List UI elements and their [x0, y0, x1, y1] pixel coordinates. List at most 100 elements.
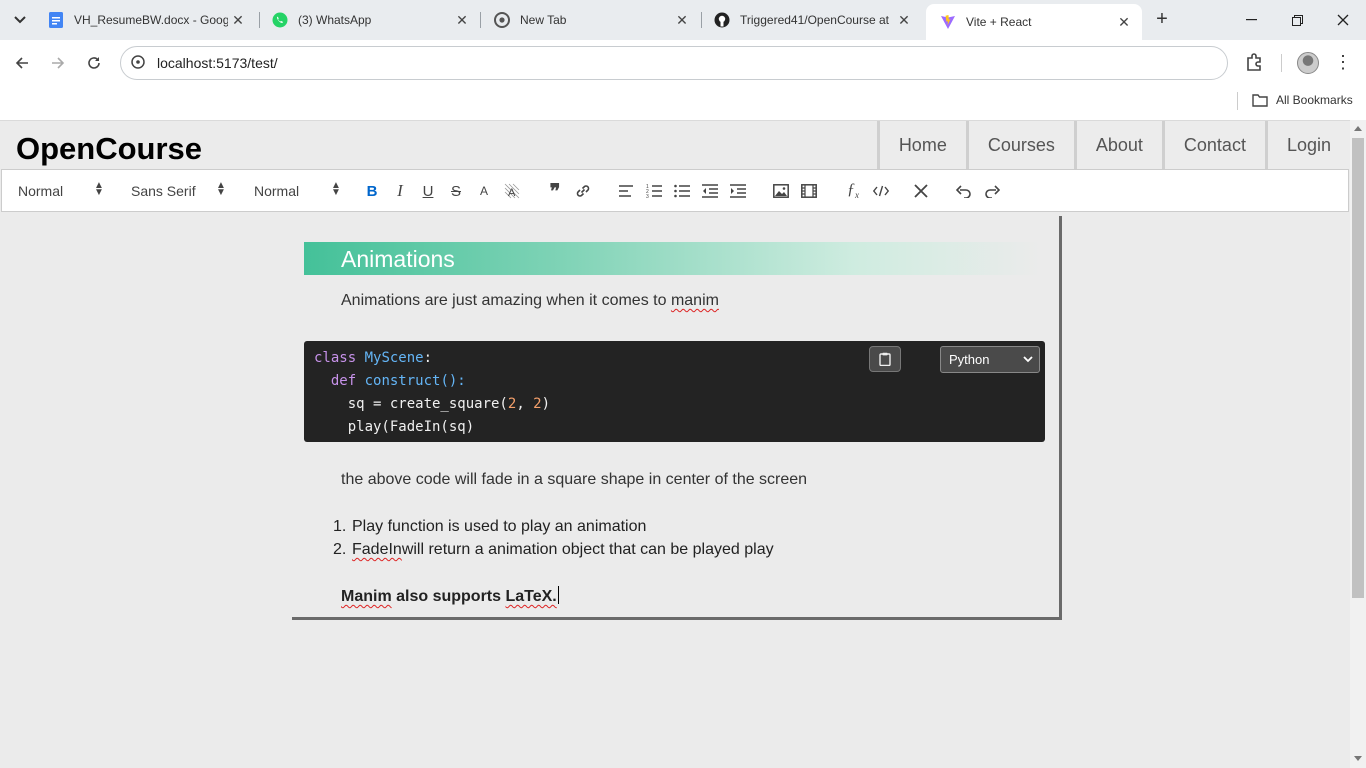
address-bar[interactable] — [120, 46, 1228, 80]
url-text: localhost:5173/test/ — [157, 55, 278, 71]
editor-content[interactable]: Animations Animations are just amazing w… — [292, 216, 1062, 620]
clean-format-button[interactable] — [910, 180, 932, 202]
copy-code-button[interactable] — [869, 346, 901, 372]
tab-title: (3) WhatsApp — [298, 13, 372, 27]
outdent-button[interactable] — [699, 180, 721, 202]
highlight-icon: A — [504, 183, 520, 199]
formula-button[interactable]: ƒx — [842, 180, 864, 202]
nav-courses[interactable]: Courses — [965, 121, 1074, 169]
header-picker-label: Normal — [18, 183, 64, 199]
ordered-list-button[interactable]: 123 — [643, 180, 665, 202]
size-picker[interactable]: Normal ▲ ▼ — [254, 181, 341, 200]
close-tab-icon[interactable]: ✕ — [894, 12, 914, 29]
tab-whatsapp[interactable]: (3) WhatsApp ✕ — [258, 0, 480, 40]
background-color-button[interactable]: A — [501, 180, 523, 202]
align-button[interactable] — [615, 180, 637, 202]
nav-contact[interactable]: Contact — [1161, 121, 1265, 169]
tab-new-tab[interactable]: New Tab ✕ — [480, 0, 700, 40]
image-button[interactable] — [770, 180, 792, 202]
clear-format-icon — [914, 184, 928, 198]
language-select[interactable]: Python — [940, 346, 1040, 373]
reload-icon[interactable] — [80, 49, 108, 77]
section-heading: Animations — [304, 242, 1040, 275]
scrollbar-thumb[interactable] — [1352, 138, 1364, 598]
intro-text: Animations are just amazing when it come… — [341, 292, 671, 309]
tab-vite-react[interactable]: Vite + React ✕ — [926, 4, 1142, 40]
scroll-up-arrow-icon[interactable] — [1354, 126, 1362, 131]
text-caret — [557, 586, 559, 604]
code-block-button[interactable] — [870, 180, 892, 202]
tab-google-docs[interactable]: VH_ResumeBW.docx - Google Docs ✕ — [34, 0, 256, 40]
ordered-list-icon: 123 — [646, 184, 662, 198]
site-info-icon[interactable] — [130, 54, 146, 70]
tab-title: VH_ResumeBW.docx - Google Docs — [74, 13, 228, 27]
back-arrow-icon[interactable] — [8, 49, 36, 77]
extensions-puzzle-icon[interactable] — [1244, 52, 1266, 74]
strike-button[interactable]: S — [445, 180, 467, 202]
nav-about[interactable]: About — [1073, 121, 1162, 169]
underline-button[interactable]: U — [417, 180, 439, 202]
site-logo[interactable]: OpenCourse — [16, 131, 202, 167]
code-line-3: sq = create_square(2, 2) — [347, 396, 551, 412]
tab-search-chevron-icon[interactable] — [8, 8, 32, 32]
bold-paragraph: Manim also supports LaTeX. — [341, 586, 559, 606]
close-tab-icon[interactable]: ✕ — [228, 12, 248, 29]
close-tab-icon[interactable]: ✕ — [1114, 14, 1134, 31]
profile-avatar[interactable] — [1297, 52, 1319, 74]
list-item-text: will return a animation object that can … — [401, 541, 774, 558]
site-header: OpenCourse Home Courses About Contact Lo… — [0, 121, 1350, 169]
close-tab-icon[interactable]: ✕ — [672, 12, 692, 29]
tab-title: Vite + React — [966, 15, 1032, 29]
bullet-list-button[interactable] — [671, 180, 693, 202]
tab-github[interactable]: Triggered41/OpenCourse at ✕ — [700, 0, 922, 40]
list-item-text: Play function is used to play an animati… — [352, 518, 647, 535]
bold-button[interactable]: B — [361, 180, 383, 202]
code-block[interactable]: class MyScene: def construct(): sq = cre… — [304, 341, 1045, 442]
text-color-button[interactable]: A — [473, 180, 495, 202]
chrome-icon — [494, 12, 510, 28]
close-tab-icon[interactable]: ✕ — [452, 12, 472, 29]
all-bookmarks-link[interactable]: All Bookmarks — [1276, 93, 1353, 107]
code-icon — [873, 185, 889, 197]
formula-icon: ƒx — [847, 181, 859, 201]
ordered-list: 1. Play function is used to play an anim… — [333, 518, 774, 564]
nav-home[interactable]: Home — [876, 121, 966, 169]
link-button[interactable] — [572, 180, 594, 202]
link-icon — [576, 185, 590, 197]
whatsapp-icon — [272, 12, 288, 28]
updown-arrows-icon: ▲ ▼ — [94, 180, 104, 198]
browser-menu-icon[interactable]: ⋮ — [1334, 51, 1352, 75]
header-picker[interactable]: Normal ▲ ▼ — [18, 181, 104, 200]
after-code-paragraph: the above code will fade in a square sha… — [341, 471, 808, 488]
new-tab-plus-icon[interactable]: + — [1150, 8, 1174, 32]
page-viewport: OpenCourse Home Courses About Contact Lo… — [0, 120, 1350, 768]
google-docs-icon — [48, 12, 64, 28]
close-window-icon[interactable] — [1320, 0, 1366, 40]
underline-icon: U — [422, 182, 434, 200]
language-select-value: Python — [949, 352, 990, 367]
text-color-icon: A — [479, 184, 488, 198]
bullet-list-icon — [674, 184, 690, 198]
minimize-icon[interactable] — [1228, 0, 1274, 40]
image-icon — [773, 184, 789, 198]
blockquote-button[interactable]: ❞ — [544, 180, 566, 203]
scroll-down-arrow-icon[interactable] — [1354, 756, 1362, 761]
updown-arrows-icon: ▲ ▼ — [216, 180, 226, 198]
italic-button[interactable]: I — [389, 180, 411, 202]
indent-button[interactable] — [727, 180, 749, 202]
heading-text: Animations — [341, 246, 455, 272]
forward-arrow-icon[interactable] — [44, 49, 72, 77]
redo-button[interactable] — [981, 180, 1003, 202]
misspelled-word: FadeIn — [352, 541, 402, 558]
undo-button[interactable] — [953, 180, 975, 202]
nav-login[interactable]: Login — [1264, 121, 1350, 169]
code-lines: class MyScene: def construct(): sq = cre… — [314, 347, 550, 439]
tab-title: New Tab — [520, 13, 567, 27]
intro-paragraph: Animations are just amazing when it come… — [341, 292, 719, 310]
site-nav: Home Courses About Contact Login — [876, 121, 1350, 169]
video-button[interactable] — [798, 180, 820, 202]
font-picker[interactable]: Sans Serif ▲ ▼ — [131, 181, 226, 200]
bookmarks-separator — [1237, 92, 1238, 110]
tab-title: Triggered41/OpenCourse at — [740, 13, 889, 27]
restore-icon[interactable] — [1274, 0, 1320, 40]
